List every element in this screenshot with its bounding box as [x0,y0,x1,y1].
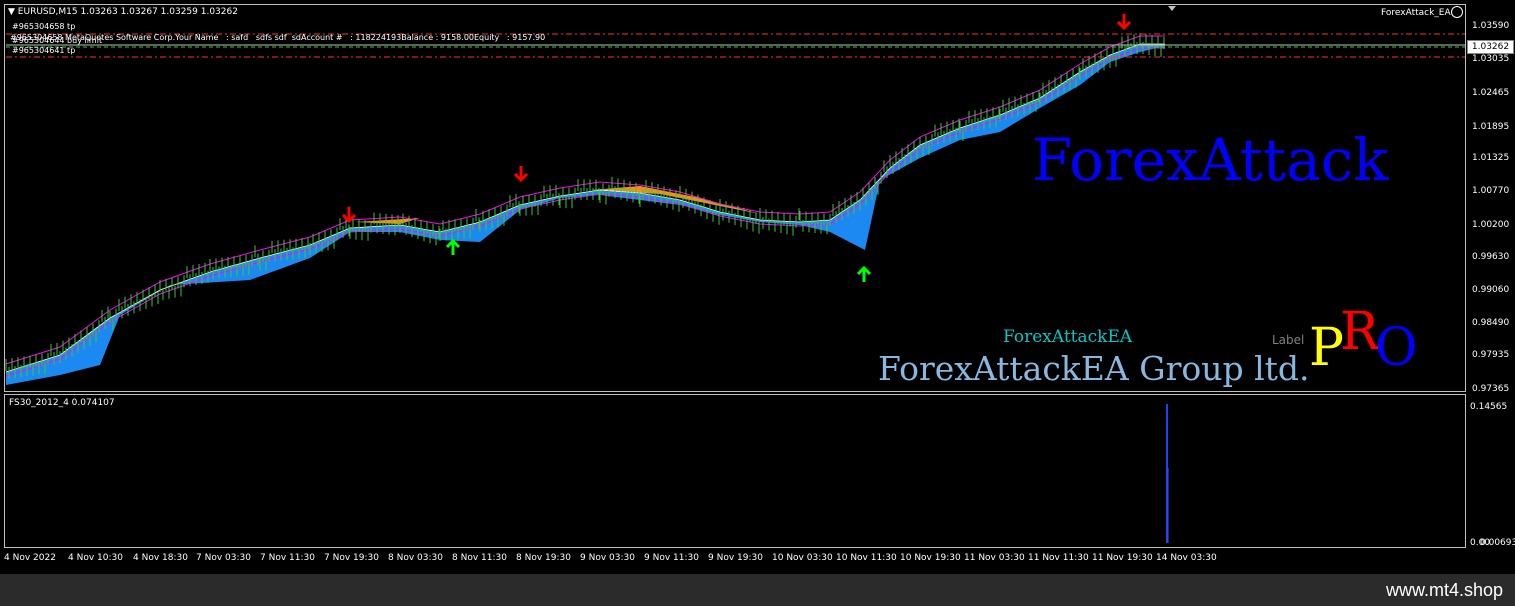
price-tick-label: 1.00770 [1472,186,1510,196]
price-tick-label: 1.01895 [1472,122,1510,132]
time-tick-label: 10 Nov 03:30 [772,553,833,563]
price-tick-label: 1.00200 [1472,220,1510,230]
symbol-header: ▼ EURUSD,M15 1.03263 1.03267 1.03259 1.0… [8,7,238,17]
price-tick-label: 0.97365 [1472,384,1510,394]
label-text: Label [1272,333,1305,347]
order-label: #965304641 tp [12,46,76,55]
brand-title: ForexAttack [1032,126,1389,194]
time-tick-label: 8 Nov 11:30 [452,553,507,563]
price-tick-label: 0.99630 [1472,252,1510,262]
site-url[interactable]: www.mt4.shop [1386,580,1503,601]
time-tick-label: 4 Nov 2022 [4,553,56,563]
ma-line-lower [5,47,1165,377]
price-tick-label: 1.01325 [1472,153,1510,163]
pro-logo-p: P [1309,318,1344,378]
smiley-icon[interactable] [1451,6,1463,18]
bull-band [6,44,1165,385]
time-tick-label: 4 Nov 10:30 [68,553,123,563]
indicator-tick-label: 0.006936 [1480,538,1515,548]
buy-arrow-icon [445,238,461,255]
time-tick-label: 7 Nov 11:30 [260,553,315,563]
time-tick-label: 10 Nov 11:30 [836,553,897,563]
time-tick-label: 11 Nov 03:30 [964,553,1025,563]
sell-arrow-icon [1116,14,1132,31]
account-info: #965304658 MetaQuotes Software Corp.Your… [10,33,546,42]
scroll-marker-icon [1168,6,1176,11]
time-tick-label: 10 Nov 19:30 [900,553,961,563]
sell-arrow-icon [341,207,357,224]
price-tick-label: 0.98490 [1472,318,1510,328]
time-tick-label: 11 Nov 19:30 [1092,553,1153,563]
ma-line-upper [5,35,1165,365]
brand-subtitle: ForexAttackEA [1003,327,1133,347]
pro-logo-o: O [1375,318,1418,378]
expert-advisor-name[interactable]: ForexAttack_EA [1381,8,1451,18]
ma-line-mid [5,43,1165,373]
footer: www.mt4.shop [0,574,1515,606]
time-tick-label: 9 Nov 11:30 [644,553,699,563]
time-tick-label: 8 Nov 19:30 [516,553,571,563]
price-candles [5,33,1165,380]
current-price-badge: 1.03262 [1467,40,1514,54]
time-tick-label: 8 Nov 03:30 [388,553,443,563]
time-tick-label: 11 Nov 11:30 [1028,553,1089,563]
time-tick-label: 14 Nov 03:30 [1156,553,1217,563]
chart-canvas [5,6,1465,543]
time-tick-label: 7 Nov 19:30 [324,553,379,563]
order-label: #965304658 tp [12,22,76,31]
indicator-label: FS30_2012_4 0.074107 [9,398,115,408]
sell-arrow-icon [513,166,529,183]
price-tick-label: 1.02465 [1472,88,1510,98]
buy-arrow-icon [856,265,872,282]
price-tick-label: 1.03035 [1472,54,1510,64]
time-tick-label: 9 Nov 03:30 [580,553,635,563]
time-tick-label: 7 Nov 03:30 [196,553,251,563]
price-tick-label: 0.97935 [1472,350,1510,360]
price-tick-label: 0.99060 [1472,285,1510,295]
time-tick-label: 9 Nov 19:30 [708,553,763,563]
indicator-tick-label: 0.14565 [1470,402,1508,412]
price-tick-label: 1.03590 [1472,21,1510,31]
time-tick-label: 4 Nov 18:30 [133,553,188,563]
pro-logo-r: R [1340,302,1380,362]
brand-group: ForexAttackEA Group ltd. [878,349,1310,388]
symbol-header-text: EURUSD,M15 1.03263 1.03267 1.03259 1.032… [17,7,238,17]
